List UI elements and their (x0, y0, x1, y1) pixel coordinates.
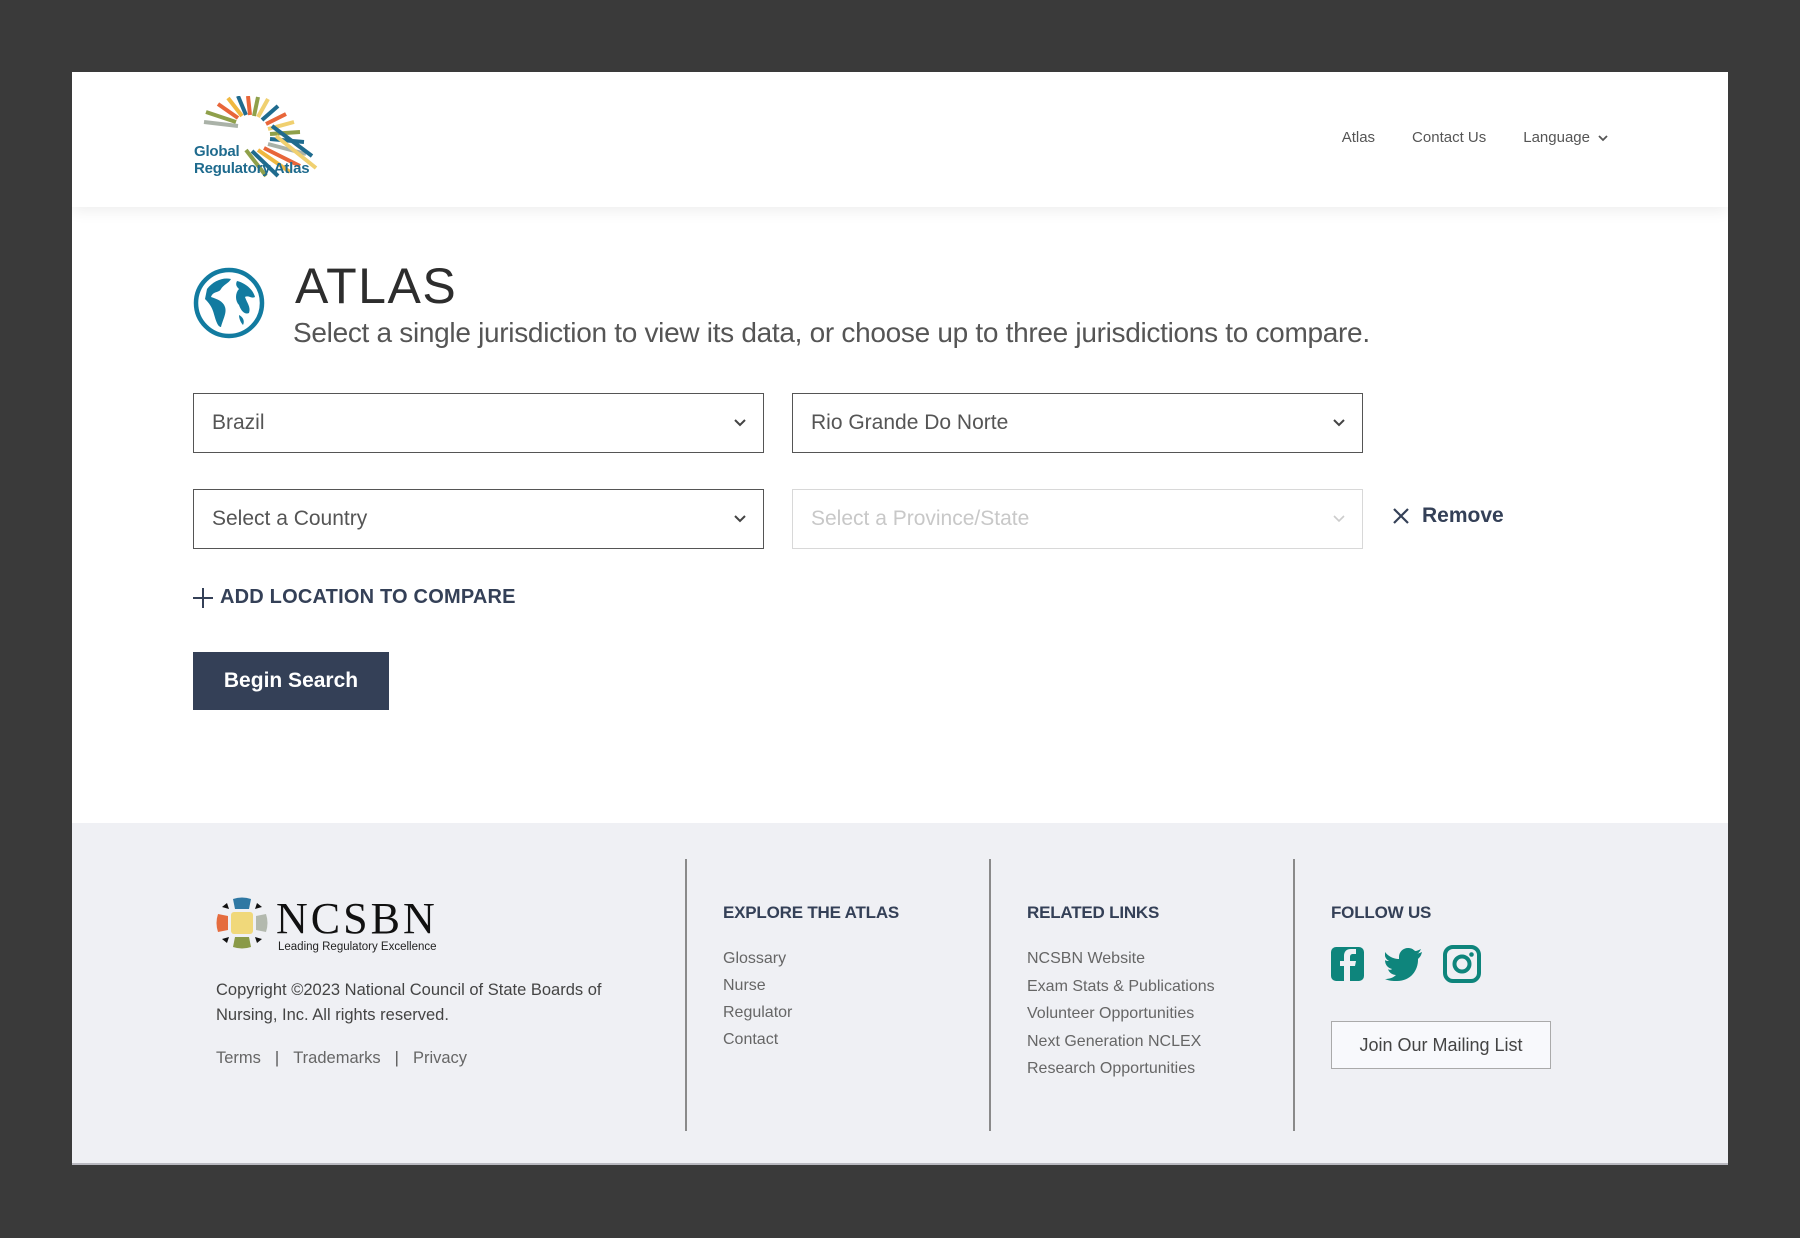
ncsbn-logo[interactable]: NCSBN Leading Regulatory Excellence (216, 894, 446, 953)
instagram-icon[interactable] (1443, 945, 1481, 983)
footer-link-ncsbn-website[interactable]: NCSBN Website (1027, 945, 1215, 973)
nav-language-dropdown[interactable]: Language (1523, 129, 1608, 146)
page-title: ATLAS (295, 258, 458, 314)
province-select-2[interactable]: Select a Province/State (792, 489, 1363, 549)
trademarks-link[interactable]: Trademarks (293, 1049, 380, 1068)
country-select-1[interactable]: Brazil (193, 393, 764, 453)
footer-link-glossary[interactable]: Glossary (723, 945, 899, 972)
global-regulatory-atlas-logo[interactable]: Global Regulatory Atlas (194, 96, 319, 180)
remove-location-button[interactable]: Remove (1392, 504, 1504, 528)
chevron-down-icon (1333, 515, 1345, 523)
footer-link-exam-stats[interactable]: Exam Stats & Publications (1027, 973, 1215, 1001)
separator: | (394, 1049, 399, 1067)
browser-page: Global Regulatory Atlas Atlas Contact Us… (72, 72, 1728, 1165)
footer-link-contact[interactable]: Contact (723, 1026, 899, 1053)
follow-heading: FOLLOW US (1331, 903, 1432, 922)
province-select-1-value: Rio Grande Do Norte (811, 411, 1009, 434)
related-heading: RELATED LINKS (1027, 903, 1160, 922)
remove-label: Remove (1422, 504, 1504, 527)
ncsbn-wordmark: NCSBN (276, 894, 438, 943)
footer-link-ngn[interactable]: Next Generation NCLEX (1027, 1028, 1215, 1056)
chevron-down-icon (1333, 419, 1345, 427)
social-icons (1331, 945, 1551, 983)
province-select-2-placeholder: Select a Province/State (811, 507, 1030, 530)
chevron-down-icon (1598, 134, 1608, 141)
site-header: Global Regulatory Atlas Atlas Contact Us… (72, 72, 1728, 207)
footer-divider (989, 859, 991, 1131)
twitter-icon[interactable] (1385, 947, 1423, 981)
begin-search-button[interactable]: Begin Search (193, 652, 389, 710)
globe-icon (193, 267, 265, 339)
explore-heading: EXPLORE THE ATLAS (723, 903, 900, 922)
footer-divider (1293, 859, 1295, 1131)
explore-atlas-column: EXPLORE THE ATLAS Glossary Nurse Regulat… (723, 903, 899, 1053)
country-select-2[interactable]: Select a Country (193, 489, 764, 549)
terms-link[interactable]: Terms (216, 1049, 261, 1068)
chevron-down-icon (734, 515, 746, 523)
join-mailing-list-button[interactable]: Join Our Mailing List (1331, 1021, 1551, 1069)
nav-contact-link[interactable]: Contact Us (1412, 129, 1486, 146)
facebook-icon[interactable] (1331, 946, 1365, 982)
footer-link-nurse[interactable]: Nurse (723, 972, 899, 999)
chevron-down-icon (734, 419, 746, 427)
footer-link-research[interactable]: Research Opportunities (1027, 1055, 1215, 1083)
privacy-link[interactable]: Privacy (413, 1049, 467, 1068)
footer-divider (685, 859, 687, 1131)
page-subtitle: Select a single jurisdiction to view its… (293, 317, 1370, 348)
country-select-1-value: Brazil (212, 411, 265, 434)
add-location-button[interactable]: ADD LOCATION TO COMPARE (192, 586, 516, 609)
ncsbn-emblem-icon (216, 897, 268, 949)
add-location-label: ADD LOCATION TO COMPARE (220, 586, 516, 608)
site-footer: NCSBN Leading Regulatory Excellence Copy… (72, 823, 1728, 1165)
nav-atlas-link[interactable]: Atlas (1342, 129, 1375, 146)
footer-link-volunteer[interactable]: Volunteer Opportunities (1027, 1000, 1215, 1028)
separator: | (274, 1049, 280, 1067)
plus-icon (193, 587, 213, 608)
copyright-text: Copyright ©2023 National Council of Stat… (216, 981, 602, 1024)
footer-link-regulator[interactable]: Regulator (723, 999, 899, 1026)
country-select-2-placeholder: Select a Country (212, 507, 368, 530)
logo-line-1: Global (194, 143, 240, 160)
follow-us-column: FOLLOW US Join Our Mailing List (1331, 903, 1551, 1069)
ncsbn-tagline: Leading Regulatory Excellence (278, 941, 437, 953)
legal-links: Terms | Trademarks | Privacy (216, 1049, 467, 1068)
top-nav: Atlas Contact Us Language (1342, 129, 1608, 146)
province-select-1[interactable]: Rio Grande Do Norte (792, 393, 1363, 453)
logo-line-2: Regulatory Atlas (194, 160, 310, 177)
close-icon (1393, 508, 1409, 524)
logo-text: Global Regulatory Atlas (194, 143, 310, 177)
related-links-column: RELATED LINKS NCSBN Website Exam Stats &… (1027, 903, 1215, 1083)
language-label: Language (1523, 129, 1590, 146)
